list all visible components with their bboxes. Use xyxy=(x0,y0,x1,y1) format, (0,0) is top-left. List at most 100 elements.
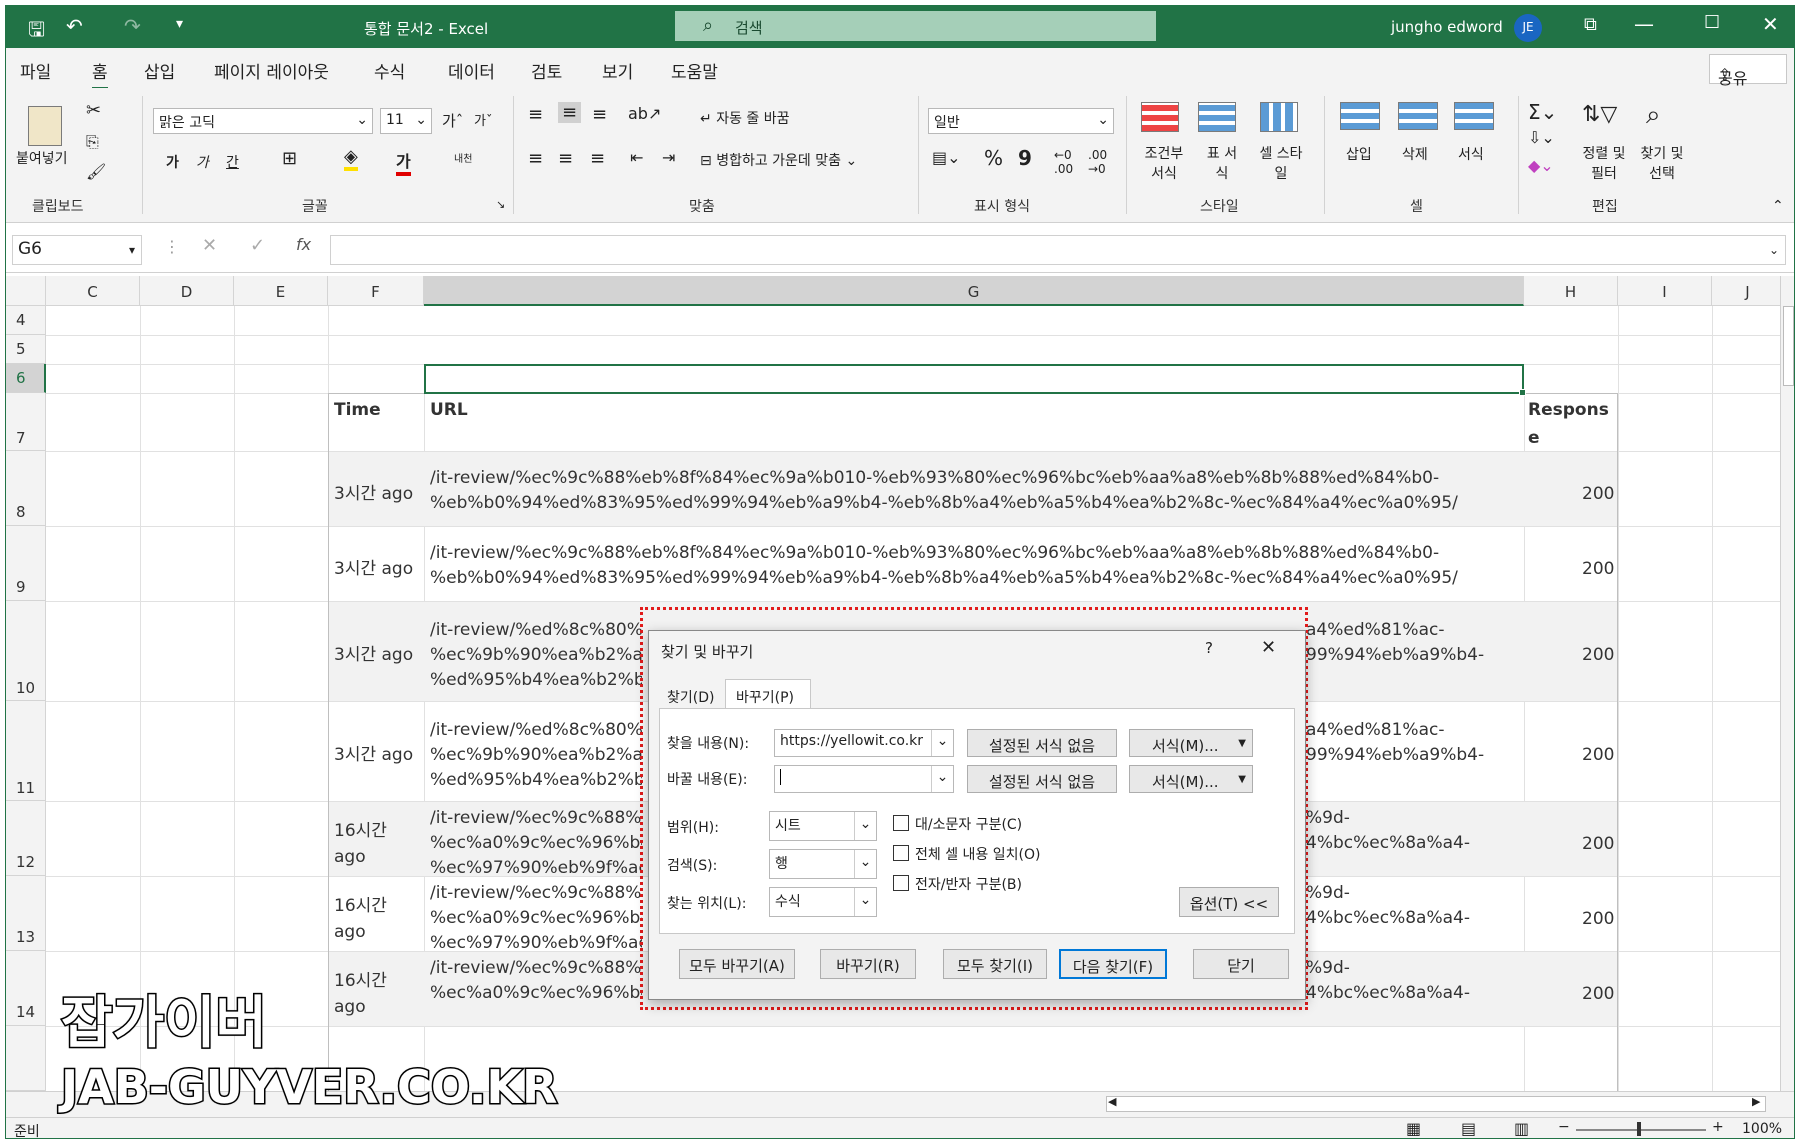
save-icon[interactable]: 🖫 xyxy=(28,15,45,49)
formula-input[interactable]: ⌄ xyxy=(330,235,1786,265)
minimize-icon[interactable]: — xyxy=(1634,12,1654,36)
close-icon[interactable]: ✕ xyxy=(1261,637,1276,658)
border-icon[interactable]: ⊞ xyxy=(282,148,297,169)
row-header[interactable]: 14 xyxy=(6,951,46,1026)
ribbon-display-icon[interactable]: ⧉ xyxy=(1584,14,1597,35)
horizontal-scrollbar[interactable] xyxy=(1106,1096,1766,1112)
find-all-button[interactable]: 모두 찾기(I) xyxy=(943,949,1047,979)
merge-center-button[interactable]: ⊟ 병합하고 가운데 맞춤 ⌄ xyxy=(700,150,857,170)
font-color-icon[interactable]: 가 xyxy=(396,148,411,176)
row-header[interactable]: 6 xyxy=(6,364,46,393)
align-left-icon[interactable]: ≡ xyxy=(528,148,543,169)
column-header[interactable]: F xyxy=(328,276,424,306)
shrink-font-icon[interactable]: 가ˇ xyxy=(474,110,492,129)
replace-all-button[interactable]: 모두 바꾸기(A) xyxy=(679,949,795,979)
row-header[interactable]: 12 xyxy=(6,801,46,876)
font-size-combo[interactable]: 11 ⌄ xyxy=(380,108,432,134)
maximize-icon[interactable]: ☐ xyxy=(1704,12,1720,33)
insert-function-button[interactable]: fx xyxy=(296,235,311,254)
search-select[interactable]: 행 ⌄ xyxy=(769,849,877,879)
decrease-indent-icon[interactable]: ⇤ xyxy=(630,148,643,167)
tab-home[interactable]: 홈 xyxy=(92,58,108,90)
zoom-level[interactable]: 100% xyxy=(1742,1121,1782,1137)
delete-cells-icon[interactable] xyxy=(1398,102,1438,130)
share-button[interactable]: ⇪ 공유 xyxy=(1709,54,1787,88)
chevron-down-icon[interactable]: ⌄ xyxy=(931,766,953,792)
decrease-decimal-icon[interactable]: .00 →0 xyxy=(1088,148,1107,176)
grow-font-icon[interactable]: 가ˆ xyxy=(442,110,463,131)
align-middle-icon[interactable]: ≡ xyxy=(558,102,582,123)
scope-select[interactable]: 시트 ⌄ xyxy=(769,811,877,841)
close-button[interactable]: 닫기 xyxy=(1193,949,1289,979)
sort-filter-icon[interactable]: ⇅▽ xyxy=(1582,102,1617,127)
column-header[interactable]: I xyxy=(1618,276,1712,306)
find-select-button[interactable]: 찾기 및 선택 xyxy=(1636,144,1688,184)
scroll-left-icon[interactable]: ◀ xyxy=(1108,1095,1116,1108)
tab-help[interactable]: 도움말 xyxy=(671,58,718,83)
fill-color-icon[interactable]: ◈ xyxy=(344,146,358,171)
selected-cell[interactable] xyxy=(424,364,1524,394)
replace-format-button[interactable]: 서식(M)... ▼ xyxy=(1129,765,1253,793)
copy-icon[interactable]: ⎘ xyxy=(86,132,99,152)
avatar[interactable]: JE xyxy=(1514,14,1542,42)
zoom-out-icon[interactable]: − xyxy=(1558,1119,1570,1135)
orientation-icon[interactable]: ab↗ xyxy=(628,104,661,123)
align-bottom-icon[interactable]: ≡ xyxy=(592,104,607,125)
conditional-format-icon[interactable] xyxy=(1141,102,1179,132)
align-top-icon[interactable]: ≡ xyxy=(528,104,543,125)
find-format-button[interactable]: 서식(M)... ▼ xyxy=(1129,729,1253,757)
format-table-button[interactable]: 표 서식 xyxy=(1202,144,1242,184)
insert-cells-icon[interactable] xyxy=(1340,102,1380,130)
find-next-button[interactable]: 다음 찾기(F) xyxy=(1059,949,1167,979)
zoom-thumb[interactable] xyxy=(1637,1122,1641,1136)
match-case-checkbox[interactable] xyxy=(893,815,909,831)
cut-icon[interactable]: ✂ xyxy=(86,100,101,121)
delete-cells-button[interactable]: 삭제 xyxy=(1402,144,1428,164)
tab-file[interactable]: 파일 xyxy=(20,58,51,83)
cell-style-button[interactable]: 셀 스타일 xyxy=(1256,144,1306,184)
column-header[interactable]: E xyxy=(234,276,328,306)
scroll-right-icon[interactable]: ▶ xyxy=(1752,1095,1760,1108)
format-cells-button[interactable]: 서식 xyxy=(1458,144,1484,164)
paste-label[interactable]: 붙여넣기 xyxy=(16,148,68,168)
vertical-scrollbar[interactable] xyxy=(1780,276,1794,1091)
row-header[interactable]: 11 xyxy=(6,701,46,801)
tab-view[interactable]: 보기 xyxy=(602,58,633,83)
whole-cell-checkbox[interactable] xyxy=(893,845,909,861)
column-header[interactable]: D xyxy=(140,276,234,306)
format-table-icon[interactable] xyxy=(1198,102,1236,132)
name-box[interactable]: G6 ▾ xyxy=(12,235,142,265)
row-header[interactable]: 7 xyxy=(6,393,46,451)
scroll-thumb[interactable] xyxy=(1783,306,1794,386)
undo-icon[interactable]: ↶ xyxy=(66,14,83,38)
fill-handle[interactable] xyxy=(1519,389,1526,396)
redo-icon[interactable]: ↷ xyxy=(124,14,141,38)
align-right-icon[interactable]: ≡ xyxy=(590,148,605,169)
column-header[interactable]: J xyxy=(1712,276,1784,306)
enter-icon[interactable]: ✓ xyxy=(250,235,265,256)
wrap-text-button[interactable]: ↵ 자동 줄 바꿈 xyxy=(700,108,790,128)
normal-view-icon[interactable]: ▦ xyxy=(1406,1119,1421,1138)
row-header[interactable]: 4 xyxy=(6,306,46,335)
cancel-icon[interactable]: ✕ xyxy=(202,235,217,256)
column-header[interactable]: C xyxy=(46,276,140,306)
phonetic-button[interactable]: 내천 xyxy=(454,150,472,165)
tab-data[interactable]: 데이터 xyxy=(448,58,495,83)
percent-button[interactable]: % xyxy=(984,146,1003,170)
customize-icon[interactable]: ▾ xyxy=(176,16,183,32)
row-header[interactable]: 5 xyxy=(6,335,46,364)
bold-button[interactable]: 가 xyxy=(166,152,179,172)
increase-indent-icon[interactable]: ⇥ xyxy=(662,148,675,167)
comma-button[interactable]: 9 xyxy=(1018,146,1032,170)
tab-insert[interactable]: 삽입 xyxy=(144,58,175,83)
cell-style-icon[interactable] xyxy=(1260,102,1298,132)
column-header[interactable]: G xyxy=(424,276,1524,306)
page-layout-icon[interactable]: ▤ xyxy=(1461,1119,1476,1138)
format-painter-icon[interactable]: 🖌 xyxy=(86,162,106,181)
row-header[interactable]: 9 xyxy=(6,526,46,601)
accounting-icon[interactable]: ▤⌄ xyxy=(932,148,961,167)
close-window-icon[interactable]: ✕ xyxy=(1762,12,1779,36)
row-header[interactable]: 13 xyxy=(6,876,46,951)
align-center-icon[interactable]: ≡ xyxy=(558,148,573,169)
chevron-down-icon[interactable]: ⌄ xyxy=(931,730,953,756)
